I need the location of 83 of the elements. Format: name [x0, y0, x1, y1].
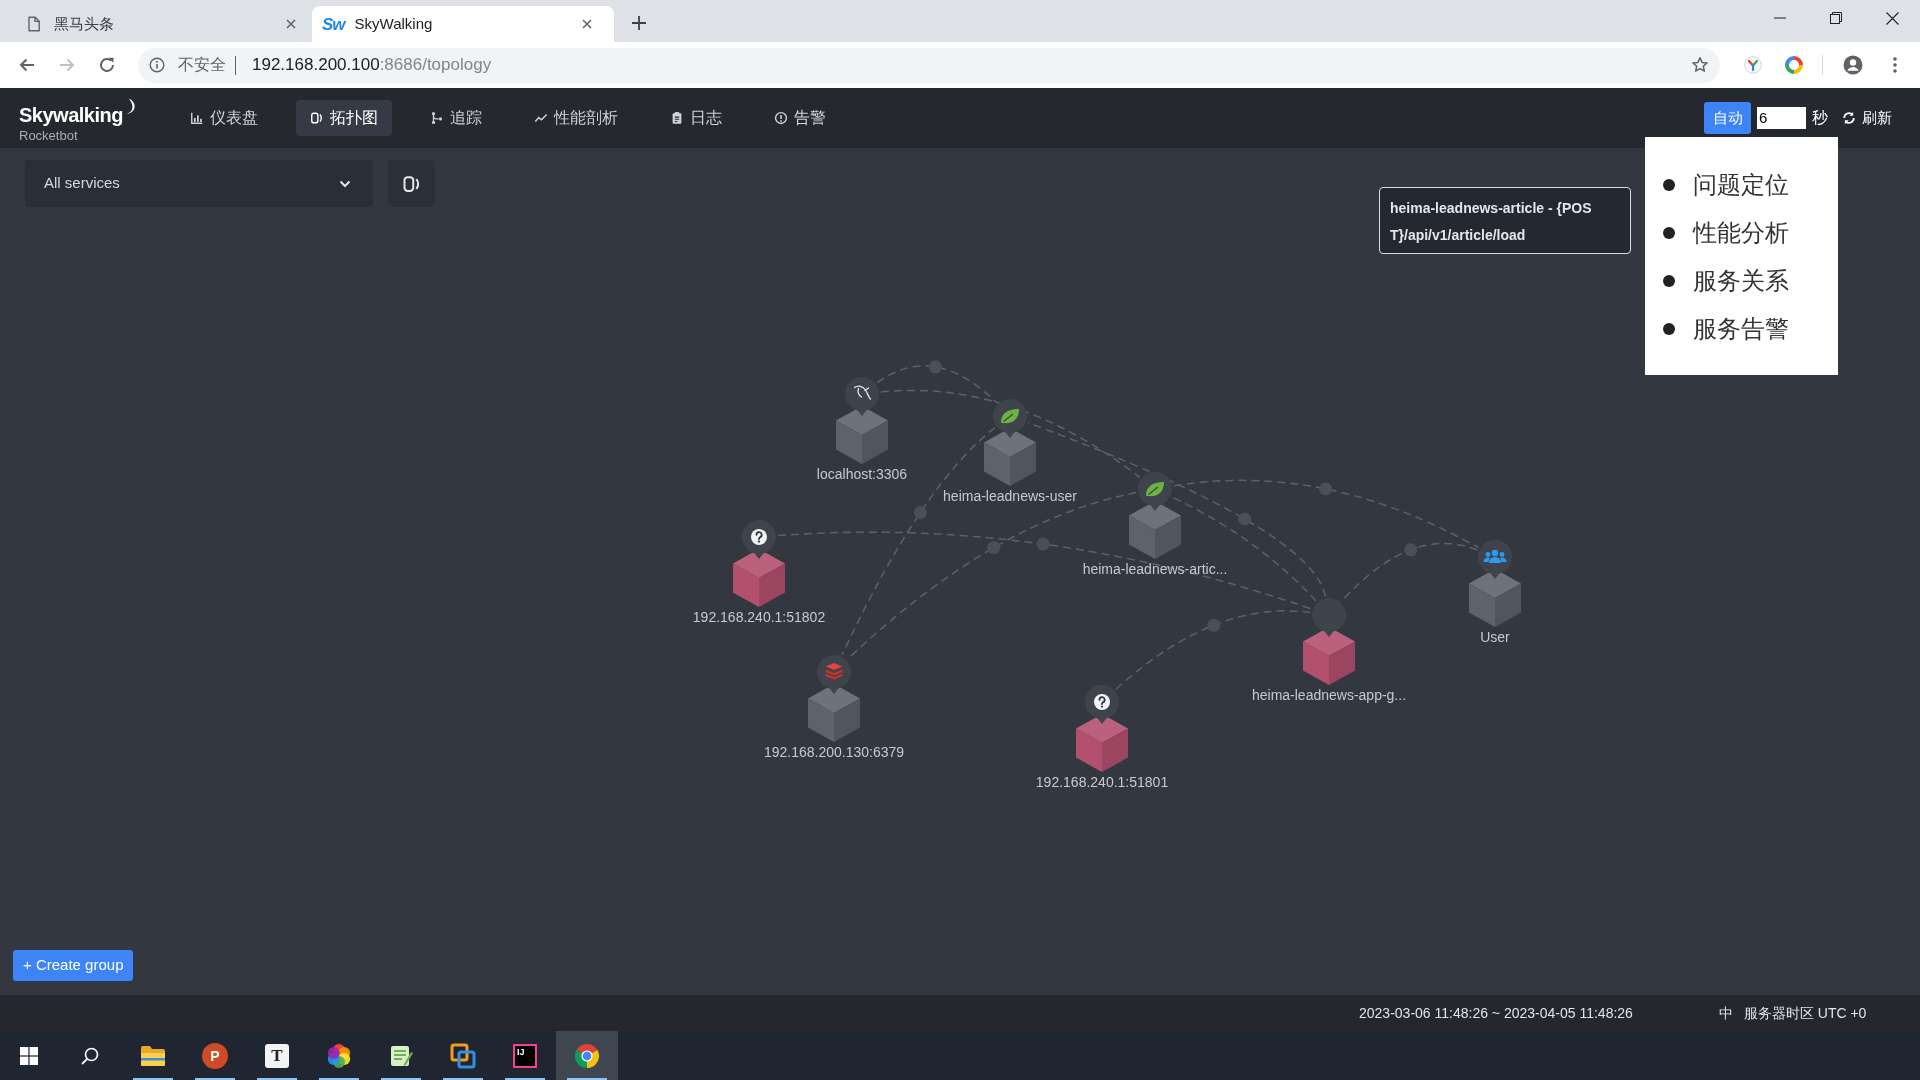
node-label: 192.168.240.1:51802 [692, 608, 826, 626]
close-icon[interactable] [1885, 11, 1899, 25]
service-select[interactable]: All services [25, 160, 373, 207]
taskbar-button[interactable]: T [246, 1031, 308, 1080]
interval-input[interactable]: 6 [1757, 107, 1806, 129]
four-squares-icon[interactable] [20, 1046, 38, 1065]
node-label: heima-leadnews-user [943, 487, 1077, 505]
info-icon[interactable] [149, 57, 165, 73]
url-text: 192.168.200.100:8686/topology [252, 54, 492, 77]
menu-item[interactable]: 问题定位 [1645, 161, 1838, 209]
bar-chart-icon [190, 111, 204, 125]
leaf-icon [992, 398, 1028, 438]
star-icon[interactable] [1691, 56, 1709, 74]
timezone-label: 服务器时区 UTC +0 [1743, 1003, 1867, 1023]
clipboard-icon [670, 111, 684, 125]
time-range: 2023-03-06 11:48:26 ~ 2023-04-05 11:48:26 [1359, 1003, 1633, 1023]
nav-tab[interactable]: 仪表盘 [176, 100, 272, 136]
refresh-button[interactable]: 刷新 [1842, 106, 1892, 130]
letter-tile: IJ [513, 1043, 537, 1068]
create-group-button[interactable]: + Create group [13, 950, 134, 981]
color-ring-icon[interactable] [1784, 55, 1804, 75]
reload-icon[interactable] [98, 56, 116, 74]
node-label: User [1480, 628, 1510, 646]
dolphin-icon [844, 376, 880, 416]
auto-refresh-button[interactable]: 自动 [1704, 102, 1751, 134]
logo-subtitle: Rocketbot [19, 128, 79, 143]
overlapping-squares-icon [450, 1042, 476, 1069]
color-wheel-icon [326, 1042, 352, 1069]
node-label: 192.168.240.1:51801 [1035, 773, 1169, 791]
plus-icon[interactable] [632, 16, 646, 30]
nav-tab[interactable]: 日志 [656, 100, 736, 136]
letter-tile: T [265, 1043, 289, 1068]
menu-item[interactable]: 服务关系 [1645, 257, 1838, 305]
node-label: heima-leadnews-app-g... [1251, 686, 1407, 704]
menu-item[interactable]: 性能分析 [1645, 209, 1838, 257]
browser-tab[interactable]: 黑马头条 [6, 6, 308, 42]
branch-icon [430, 111, 444, 125]
alert-circle-icon [774, 111, 788, 125]
browser-tab[interactable]: Sw SkyWalking [312, 6, 614, 42]
restore-icon[interactable] [1830, 12, 1842, 24]
taskbar-button[interactable]: IJ [494, 1031, 556, 1080]
page-icon [26, 16, 42, 32]
nav-tab[interactable]: 拓扑图 [296, 100, 392, 136]
taskbar-button[interactable] [556, 1031, 618, 1080]
nav-tab[interactable]: 追踪 [416, 100, 496, 136]
nav-tab[interactable]: 性能剖析 [520, 100, 632, 136]
back-arrow-icon[interactable] [18, 56, 36, 74]
logo-title: Skywalking [19, 104, 123, 126]
tooltip: heima-leadnews-article - {POST}/api/v1/article/load [1379, 187, 1631, 254]
chevron-down-icon [339, 179, 351, 188]
unit-label: 秒 [1812, 108, 1828, 128]
security-label: 不安全 [178, 55, 226, 75]
bullet-icon [1663, 323, 1675, 335]
language-toggle[interactable]: 中 [1718, 1002, 1733, 1024]
node-label: heima-leadnews-artic... [1082, 560, 1228, 578]
users-icon [1477, 539, 1513, 579]
stacked-layers-icon [816, 654, 852, 694]
bullet-icon [1663, 275, 1675, 287]
toolbar-icon-button[interactable] [388, 160, 435, 207]
question-icon [741, 519, 777, 559]
capsule-icon [310, 111, 324, 125]
tricolor-circle-icon [574, 1042, 600, 1069]
trend-line-icon [534, 111, 548, 125]
menu-item[interactable]: 服务告警 [1645, 305, 1838, 353]
leaf-icon [1137, 471, 1173, 511]
nav-tab[interactable]: 告警 [760, 100, 840, 136]
more-vertical-icon[interactable] [1893, 57, 1897, 73]
folder-icon [140, 1044, 166, 1067]
close-icon[interactable] [582, 19, 592, 29]
bullet-icon [1663, 227, 1675, 239]
node-label: 192.168.200.130:6379 [763, 743, 905, 761]
user-avatar-icon[interactable] [1843, 55, 1863, 75]
favicon-logo: Sw [322, 15, 345, 33]
taskbar-button[interactable]: P [184, 1031, 246, 1080]
y-shape-icon[interactable] [1744, 56, 1762, 74]
search-icon[interactable] [81, 1046, 99, 1065]
node-label: localhost:3306 [816, 465, 908, 483]
refresh-icon [1842, 111, 1856, 125]
bullet-icon [1663, 179, 1675, 191]
capsule-icon [401, 173, 422, 194]
question-icon [1084, 684, 1120, 724]
blank-pin-icon [1311, 597, 1347, 637]
address-bar[interactable]: 不安全 192.168.200.100:8686/topology [138, 47, 1720, 83]
